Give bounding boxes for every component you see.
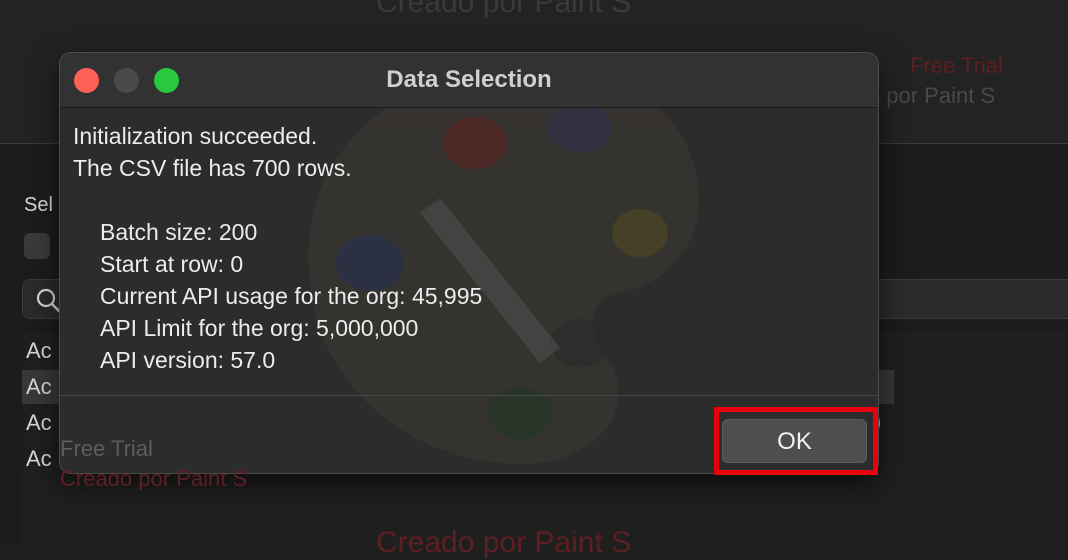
- watermark-top-title: Creado por Paint S: [376, 0, 632, 19]
- watermark-free-trial: Free Trial: [910, 53, 1003, 78]
- background-select-label: Sel: [24, 194, 53, 216]
- watermark-free-trial-left: Free Trial: [60, 436, 153, 461]
- watermark-created-by-left: Creado por Paint S: [60, 466, 248, 491]
- palette-watermark-icon: [308, 59, 700, 465]
- background-checkbox[interactable]: [24, 233, 50, 259]
- message-line: The CSV file has 700 rows.: [73, 155, 352, 181]
- detail-api-limit: API Limit for the org: 5,000,000: [100, 315, 419, 341]
- search-icon: [36, 288, 61, 313]
- detail-start-row: Start at row: 0: [100, 251, 244, 277]
- dialog-title: Data Selection: [386, 66, 552, 93]
- detail-api-version: API version: 57.0: [100, 347, 276, 373]
- detail-batch-size: Batch size: 200: [100, 219, 258, 245]
- message-line: Initialization succeeded.: [73, 123, 318, 149]
- dialog-divider: [60, 395, 878, 396]
- watermark-bottom-title: Creado por Paint S: [376, 526, 632, 559]
- ok-button-highlight-box: [714, 407, 878, 475]
- detail-api-usage: Current API usage for the org: 45,995: [100, 283, 483, 309]
